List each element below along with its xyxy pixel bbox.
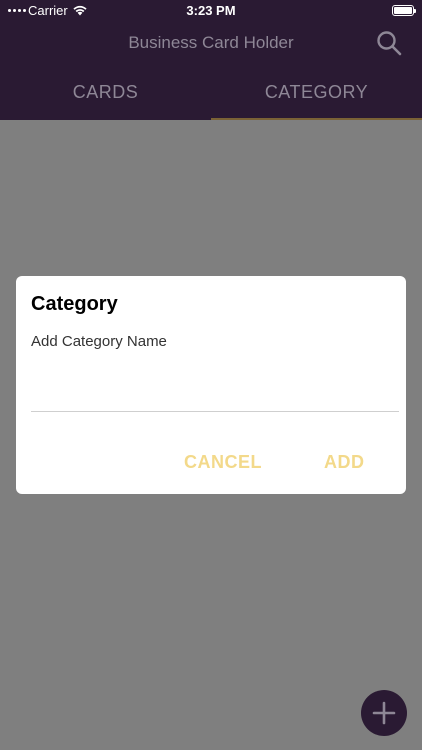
- add-fab-button[interactable]: [361, 690, 407, 736]
- cancel-button[interactable]: CANCEL: [184, 452, 262, 473]
- dialog-title: Category: [31, 293, 118, 315]
- screen: Carrier 3:23 PM Business Card Holder CAR…: [0, 0, 422, 750]
- status-bar: Carrier 3:23 PM: [0, 0, 422, 22]
- category-dialog: Category Add Category Name CANCEL ADD: [16, 276, 406, 494]
- page-title: Business Card Holder: [128, 33, 294, 52]
- search-icon[interactable]: [376, 30, 402, 56]
- status-time: 3:23 PM: [186, 3, 236, 18]
- category-name-input[interactable]: [31, 330, 399, 412]
- add-button[interactable]: ADD: [324, 452, 365, 473]
- tab-bar: CARDS CATEGORY: [0, 66, 422, 120]
- tab-cards[interactable]: CARDS: [0, 66, 211, 120]
- battery-icon: [392, 5, 416, 16]
- tab-category[interactable]: CATEGORY: [211, 66, 422, 120]
- plus-icon: [372, 701, 396, 725]
- app-header: Carrier 3:23 PM Business Card Holder CAR…: [0, 0, 422, 120]
